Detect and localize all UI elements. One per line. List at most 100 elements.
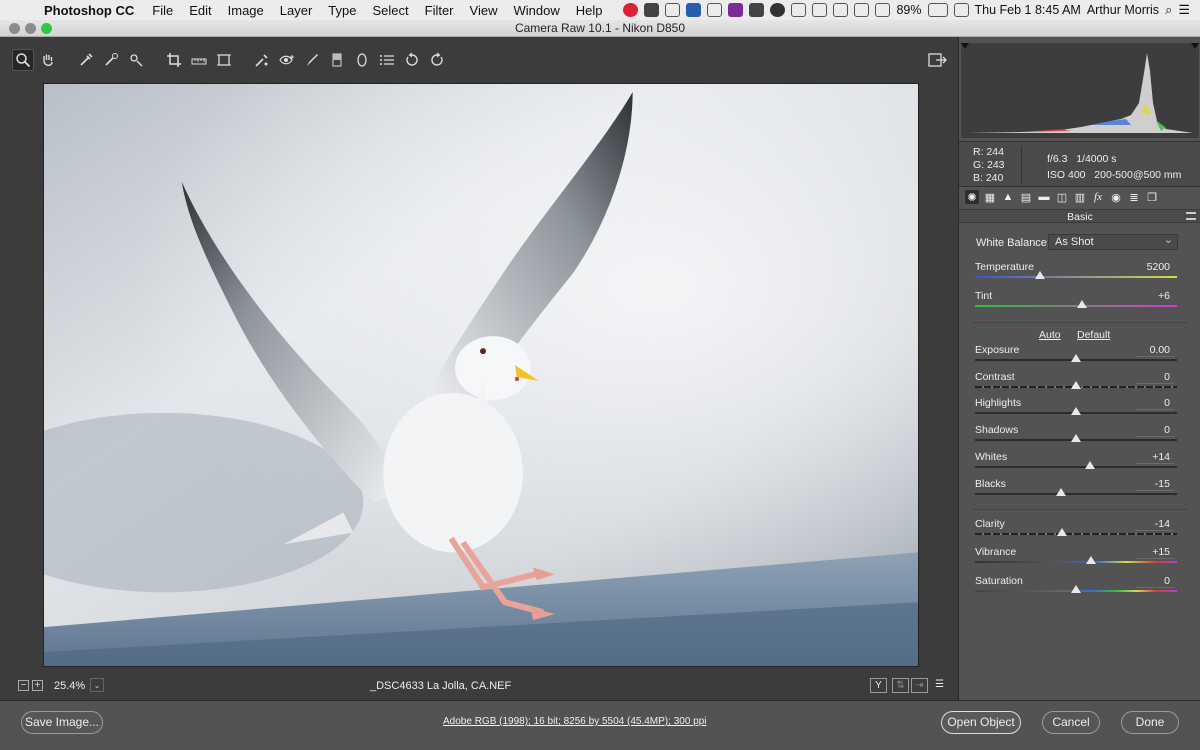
presets-tab-icon[interactable]: ≣ — [1127, 190, 1141, 204]
auto-link[interactable]: Auto — [1039, 329, 1061, 341]
slider-value[interactable]: +15 — [1136, 546, 1174, 559]
basic-tab-icon[interactable]: ✺ — [965, 190, 979, 204]
clock[interactable]: Thu Feb 1 8:45 AM — [975, 3, 1081, 17]
slider-thumb[interactable] — [1055, 488, 1066, 496]
tone-curve-tab-icon[interactable]: ▦ — [983, 190, 997, 204]
slider-thumb[interactable] — [1034, 271, 1045, 279]
menu-filter[interactable]: Filter — [417, 3, 462, 18]
status-app-icon[interactable] — [728, 3, 744, 17]
notification-center-icon[interactable]: ☰ — [1178, 2, 1190, 18]
swap-settings-button[interactable]: ⇅ — [892, 678, 909, 693]
time-machine-icon[interactable] — [812, 3, 828, 17]
menu-window[interactable]: Window — [505, 3, 567, 18]
zoom-window-button[interactable] — [41, 23, 52, 34]
slider-value[interactable]: 0 — [1136, 371, 1174, 384]
status-app-icon[interactable] — [665, 3, 681, 17]
zoom-tool-icon[interactable] — [12, 49, 34, 71]
slider-thumb[interactable] — [1086, 556, 1097, 564]
transform-tab-icon[interactable]: ▥ — [1073, 190, 1087, 204]
preferences-list-icon[interactable] — [376, 49, 398, 71]
menu-select[interactable]: Select — [364, 3, 416, 18]
slider-value[interactable]: +6 — [1136, 290, 1174, 302]
slider-thumb[interactable] — [1056, 528, 1067, 536]
menu-help[interactable]: Help — [568, 3, 611, 18]
slider-value[interactable]: 0 — [1136, 397, 1174, 410]
workflow-options-link[interactable]: Adobe RGB (1998); 16 bit; 8256 by 5504 (… — [443, 716, 707, 727]
spotlight-icon[interactable]: ⌕ — [1165, 2, 1172, 18]
slider-value[interactable]: 5200 — [1136, 261, 1174, 273]
copy-settings-button[interactable]: ⇥ — [911, 678, 928, 693]
default-link[interactable]: Default — [1077, 329, 1110, 341]
cancel-button[interactable]: Cancel — [1042, 711, 1100, 734]
menu-edit[interactable]: Edit — [181, 3, 219, 18]
effects-tab-icon[interactable]: fx — [1091, 190, 1105, 204]
menu-type[interactable]: Type — [320, 3, 364, 18]
slider-track[interactable] — [975, 305, 1177, 307]
wifi-icon[interactable] — [854, 3, 870, 17]
before-after-toggle-button[interactable]: Y — [870, 678, 887, 693]
slider-track[interactable] — [975, 533, 1177, 535]
menu-layer[interactable]: Layer — [272, 3, 321, 18]
hsl-tab-icon[interactable]: ▤ — [1019, 190, 1033, 204]
minimize-window-button[interactable] — [25, 23, 36, 34]
panel-menu-icon[interactable] — [1186, 212, 1196, 220]
slider-value[interactable]: 0.00 — [1136, 344, 1174, 357]
adjustment-brush-icon[interactable] — [301, 49, 323, 71]
volume-icon[interactable] — [875, 3, 891, 17]
status-app-icon[interactable] — [644, 3, 660, 17]
status-app-icon[interactable] — [686, 3, 702, 17]
rotate-left-icon[interactable] — [401, 49, 423, 71]
slider-track[interactable] — [975, 276, 1177, 278]
bluetooth-icon[interactable] — [833, 3, 849, 17]
photo-preview[interactable] — [43, 83, 919, 667]
slider-thumb[interactable] — [1085, 461, 1096, 469]
graduated-filter-icon[interactable] — [326, 49, 348, 71]
open-in-photoshop-icon[interactable] — [928, 51, 948, 69]
slider-value[interactable]: +14 — [1136, 451, 1174, 464]
crop-tool-icon[interactable] — [163, 49, 185, 71]
status-app-icon[interactable] — [623, 3, 639, 17]
zoom-dropdown[interactable]: ⌄ — [90, 678, 104, 692]
snapshots-tab-icon[interactable]: ❐ — [1145, 190, 1159, 204]
color-sampler-tool-icon[interactable] — [100, 49, 122, 71]
close-window-button[interactable] — [9, 23, 20, 34]
hand-tool-icon[interactable] — [37, 49, 59, 71]
status-app-icon[interactable] — [749, 3, 765, 17]
slider-thumb[interactable] — [1077, 300, 1088, 308]
slider-value[interactable]: 0 — [1136, 424, 1174, 437]
spot-removal-tool-icon[interactable] — [251, 49, 273, 71]
zoom-out-button[interactable]: − — [18, 680, 29, 691]
done-button[interactable]: Done — [1121, 711, 1179, 734]
app-menu[interactable]: Photoshop CC — [44, 3, 144, 18]
slider-track[interactable] — [975, 466, 1177, 468]
menu-file[interactable]: File — [144, 3, 181, 18]
split-toning-tab-icon[interactable]: ▬ — [1037, 190, 1051, 204]
zoom-in-button[interactable]: + — [32, 680, 43, 691]
radial-filter-icon[interactable] — [351, 49, 373, 71]
camera-calibration-tab-icon[interactable]: ◉ — [1109, 190, 1123, 204]
detail-tab-icon[interactable]: ▲ — [1001, 190, 1015, 204]
white-balance-select[interactable]: As Shot — [1048, 233, 1178, 250]
slider-thumb[interactable] — [1071, 585, 1081, 593]
toggle-default-settings-icon[interactable]: ☰ — [931, 678, 948, 693]
targeted-adjustment-tool-icon[interactable] — [125, 49, 147, 71]
menu-view[interactable]: View — [462, 3, 506, 18]
lens-corrections-tab-icon[interactable]: ◫ — [1055, 190, 1069, 204]
slider-value[interactable]: -15 — [1136, 478, 1174, 491]
open-object-button[interactable]: Open Object — [941, 711, 1021, 734]
slider-thumb[interactable] — [1071, 407, 1081, 415]
slider-value[interactable]: -14 — [1136, 518, 1174, 531]
white-balance-tool-icon[interactable] — [75, 49, 97, 71]
red-eye-tool-icon[interactable] — [276, 49, 298, 71]
slider-value[interactable]: 0 — [1136, 575, 1174, 588]
slider-track[interactable] — [975, 561, 1177, 563]
status-app-icon[interactable] — [791, 3, 807, 17]
slider-track[interactable] — [975, 493, 1177, 495]
battery-icon[interactable] — [927, 3, 948, 17]
slider-thumb[interactable] — [1071, 434, 1081, 442]
status-app-icon[interactable] — [707, 3, 723, 17]
user-name[interactable]: Arthur Morris — [1087, 3, 1159, 17]
straighten-tool-icon[interactable] — [188, 49, 210, 71]
rotate-right-icon[interactable] — [426, 49, 448, 71]
slider-thumb[interactable] — [1071, 381, 1081, 389]
